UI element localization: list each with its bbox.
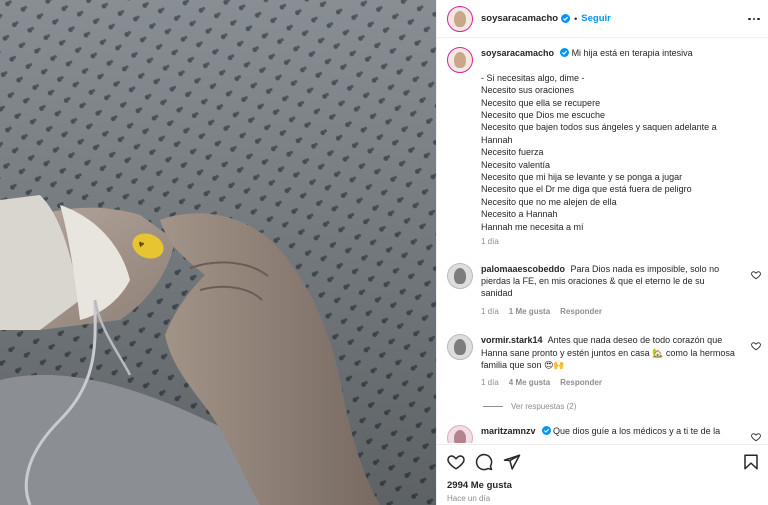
- commenter-avatar[interactable]: [447, 424, 473, 443]
- action-icons: [447, 453, 521, 471]
- hospital-hands-photo: ♥: [0, 0, 436, 505]
- post-header: soysaracamacho • Seguir: [437, 0, 768, 38]
- caption-line: Necesito valentía: [481, 159, 551, 170]
- caption-age: 1 día: [481, 237, 499, 247]
- verified-badge-icon: [541, 425, 551, 435]
- author-username[interactable]: soysaracamacho: [481, 13, 558, 24]
- comment-item: vormir.stark14 Antes que nada deseo de t…: [437, 334, 768, 390]
- heart-icon[interactable]: [751, 270, 761, 280]
- separator-dot: •: [574, 13, 578, 24]
- comment-line: Que dios guíe a los médicos y a ti te de…: [553, 425, 721, 436]
- caption-line: Hannah: [481, 134, 513, 145]
- comment-age: 1 día: [481, 378, 499, 388]
- comment-line: sanidad: [481, 288, 513, 299]
- caption-line: Necesito fuerza: [481, 147, 544, 158]
- comment-line: pierdas la FE, en mis oraciones & que el…: [481, 275, 705, 286]
- comment-text: palomaaescobeddo Para Dios nada es impos…: [481, 263, 747, 319]
- comment-meta: 1 día 1 Me gusta Responder: [481, 306, 747, 318]
- follow-button[interactable]: Seguir: [581, 13, 611, 24]
- comment-line: familia que son 😍🙌: [481, 359, 565, 370]
- comment-age: 1 día: [481, 306, 499, 316]
- comment-text: maritzamnzv Que dios guíe a los médicos …: [481, 425, 747, 443]
- caption-line: Mi hija está en terapia intesiva: [571, 48, 693, 58]
- post-sidebar: soysaracamacho • Seguir soysaracamacho M…: [436, 0, 768, 505]
- heart-icon[interactable]: [751, 341, 761, 351]
- comment-line: Hanna sane pronto y estén juntos en casa…: [481, 347, 735, 358]
- caption-line: [481, 59, 751, 71]
- post-photo[interactable]: ♥: [0, 0, 436, 505]
- caption-username[interactable]: soysaracamacho: [481, 48, 554, 58]
- commenter-avatar[interactable]: [447, 334, 473, 361]
- caption-meta: 1 día: [481, 236, 751, 248]
- heart-icon[interactable]: [447, 453, 465, 471]
- caption-line: Necesito que no me alejen de ella: [481, 196, 617, 207]
- author-avatar[interactable]: [447, 5, 473, 32]
- share-icon[interactable]: [503, 453, 521, 471]
- view-replies-button[interactable]: Ver respuestas (2): [483, 402, 768, 411]
- view-replies-label: Ver respuestas (2): [511, 401, 577, 411]
- commenter-username[interactable]: vormir.stark14: [481, 335, 543, 345]
- post-timestamp: Hace un día: [447, 494, 491, 503]
- comment-text: vormir.stark14 Antes que nada deseo de t…: [481, 334, 747, 390]
- caption-line: - Si necesitas algo, dime -: [481, 72, 585, 83]
- comment-item: palomaaescobeddo Para Dios nada es impos…: [437, 262, 768, 319]
- reply-button[interactable]: Responder: [560, 306, 602, 318]
- instagram-post: ♥ soysaracamacho • Seguir soysaracamacho…: [0, 0, 768, 505]
- comment-line: Para Dios nada es imposible, solo no: [570, 263, 720, 274]
- caption-line: Necesito que bajen todos sus ángeles y s…: [481, 122, 717, 133]
- caption-line: Necesito que mi hija se levante y se pon…: [481, 172, 683, 183]
- comments-scroll-area[interactable]: soysaracamacho Mi hija está en terapia i…: [437, 39, 768, 443]
- comment-item: maritzamnzv Que dios guíe a los médicos …: [437, 424, 768, 443]
- author-avatar[interactable]: [447, 47, 473, 73]
- comment-likes[interactable]: 1 Me gusta: [509, 306, 550, 318]
- commenter-username[interactable]: maritzamnzv: [481, 426, 536, 436]
- caption-line: Necesito que ella se recupere: [481, 97, 601, 108]
- caption-line: Necesito que Dios me escuche: [481, 110, 606, 121]
- comment-meta: 1 día 4 Me gusta Responder: [481, 377, 747, 389]
- post-caption: soysaracamacho Mi hija está en terapia i…: [437, 39, 768, 249]
- replies-divider: [483, 405, 503, 407]
- comment-line: Antes que nada deseo de todo corazón que: [547, 335, 723, 346]
- commenter-username[interactable]: palomaaescobeddo: [481, 264, 565, 274]
- commenter-avatar[interactable]: [447, 262, 473, 289]
- reply-button[interactable]: Responder: [560, 377, 602, 389]
- caption-text: soysaracamacho Mi hija está en terapia i…: [481, 47, 751, 249]
- bookmark-icon[interactable]: [742, 453, 760, 471]
- likes-count[interactable]: 2994 Me gusta: [447, 480, 512, 491]
- caption-line: Necesito que el Dr me diga que está fuer…: [481, 184, 692, 195]
- verified-badge-icon: [560, 48, 570, 57]
- more-options-icon[interactable]: [747, 12, 761, 26]
- caption-line: Hannah me necesita a mí: [481, 221, 584, 232]
- comment-likes[interactable]: 4 Me gusta: [509, 377, 550, 389]
- verified-badge-icon: [561, 14, 571, 23]
- heart-icon[interactable]: [751, 432, 761, 442]
- caption-line: Necesito a Hannah: [481, 209, 558, 220]
- post-actions: 2994 Me gusta Hace un día: [437, 444, 768, 505]
- caption-line: Necesito sus oraciones: [481, 85, 575, 96]
- comment-icon[interactable]: [475, 453, 493, 471]
